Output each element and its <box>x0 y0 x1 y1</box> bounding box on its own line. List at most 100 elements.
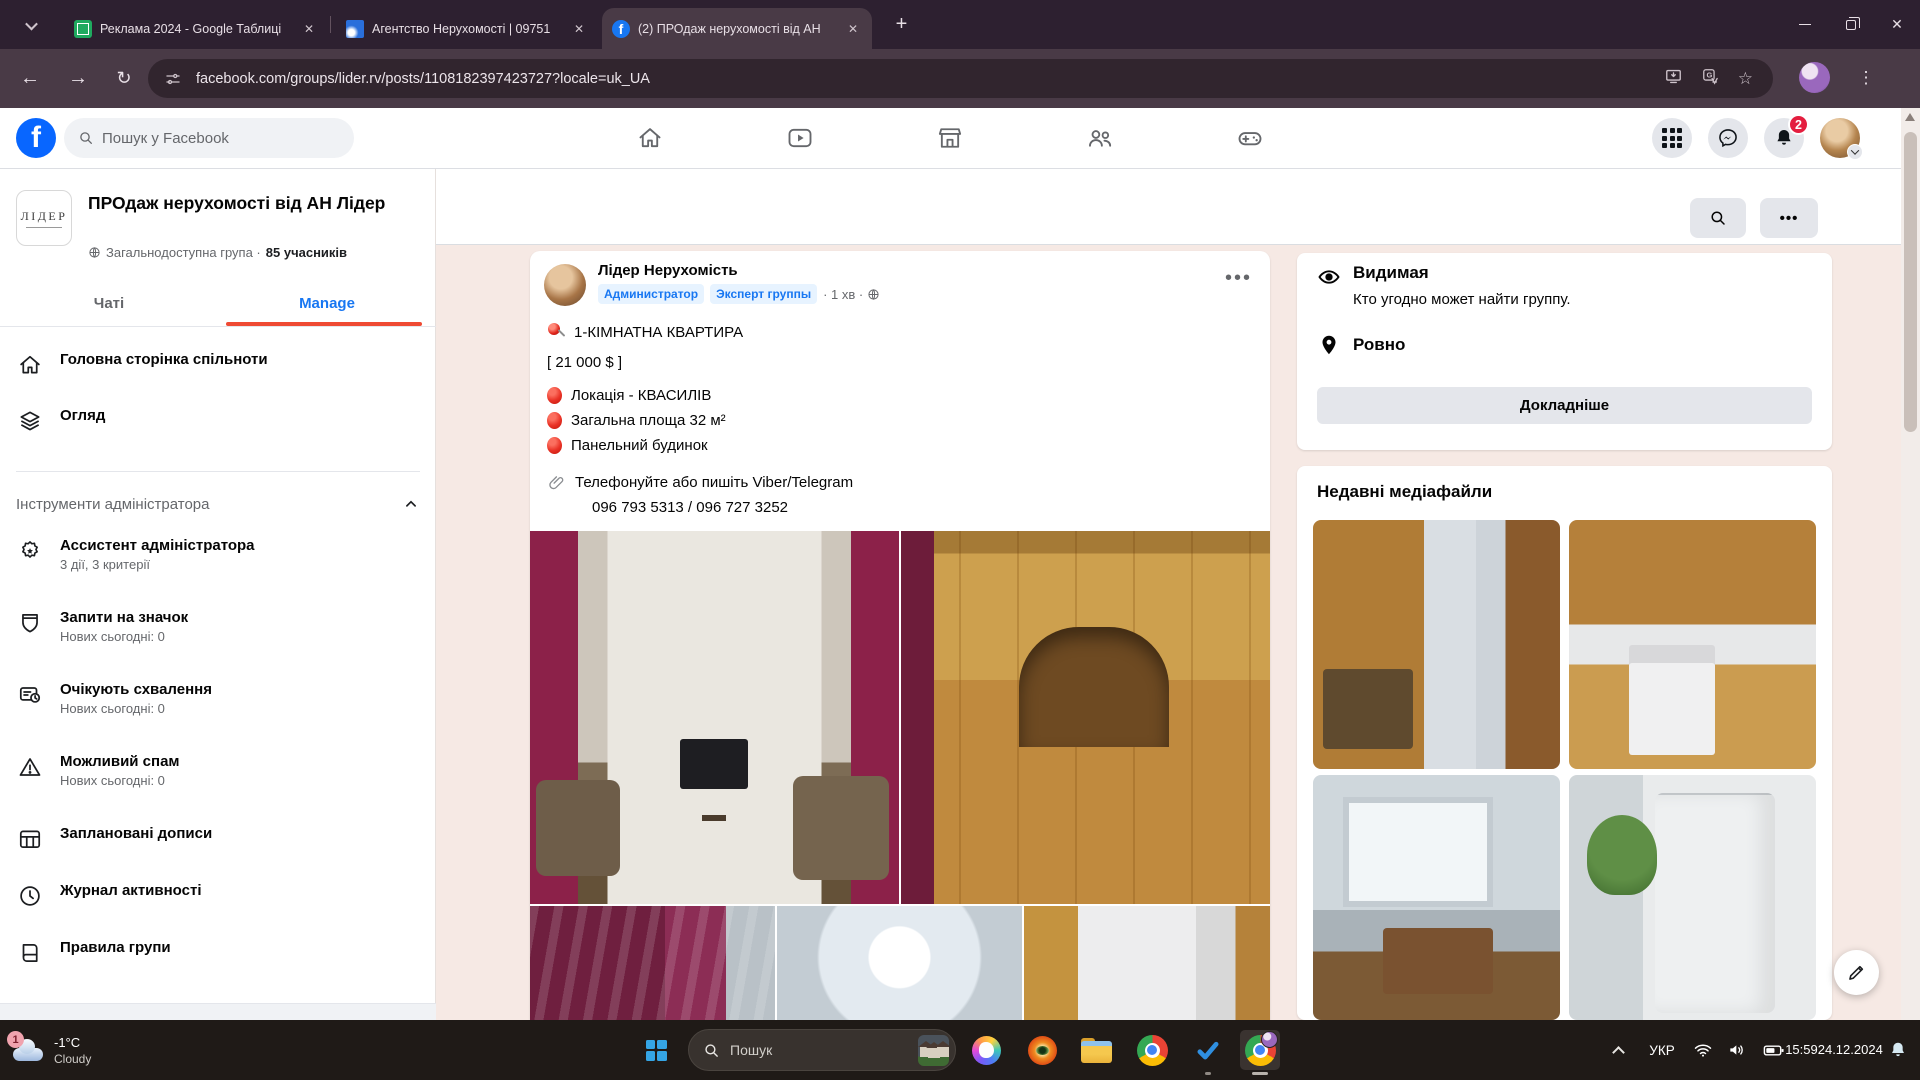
sidebar-item-badge-requests[interactable]: Запити на значок Нових сьогодні: 0 <box>0 609 436 644</box>
recent-media-title: Недавні медіафайли <box>1317 482 1492 502</box>
notifications-bell-icon[interactable]: 2 <box>1764 118 1804 158</box>
browser-tab-facebook-active[interactable]: f (2) ПРОдаж нерухомості від АН ✕ <box>602 8 872 49</box>
window-close-button[interactable]: ✕ <box>1874 0 1920 49</box>
post-photo-window-room[interactable] <box>777 906 1022 1020</box>
window-minimize-button[interactable] <box>1782 0 1828 49</box>
badge-shield-icon <box>16 609 44 637</box>
site-settings-icon[interactable] <box>164 70 182 88</box>
page-scrollbar[interactable] <box>1901 108 1920 1020</box>
file-explorer-icon[interactable] <box>1076 1030 1116 1070</box>
forward-button[interactable]: → <box>60 60 96 96</box>
tab-chats[interactable]: Чаті <box>0 279 218 327</box>
tab-manage[interactable]: Manage <box>218 279 436 327</box>
post-menu-icon[interactable]: ••• <box>1225 267 1252 290</box>
admin-tools-section-header[interactable]: Інструменти адміністратора <box>16 495 420 513</box>
profile-badge-icon <box>1261 1031 1278 1048</box>
sidebar-item-pending-approval[interactable]: Очікують схвалення Нових сьогодні: 0 <box>0 681 436 716</box>
account-avatar[interactable] <box>1820 118 1860 158</box>
tab-search-button[interactable] <box>18 12 44 38</box>
nav-watch-icon[interactable] <box>776 114 824 162</box>
copilot-icon[interactable] <box>966 1030 1006 1070</box>
post-author-avatar[interactable] <box>544 264 586 306</box>
weather-badge: 1 <box>7 1031 24 1048</box>
post-author-name[interactable]: Лідер Нерухомість <box>598 262 738 279</box>
sidebar-item-activity-log[interactable]: Журнал активності <box>0 882 436 910</box>
post-photo-curtains[interactable] <box>530 906 775 1020</box>
media-photo-kitchen[interactable] <box>1569 520 1816 769</box>
install-app-icon[interactable] <box>1664 67 1683 91</box>
post-contact-line: Телефонуйте або пишіть Viber/Telegram <box>547 473 853 492</box>
tab-separator <box>330 16 331 33</box>
sidebar-item-label: Правила групи <box>60 939 171 956</box>
start-button[interactable] <box>636 1030 676 1070</box>
sidebar-item-scheduled-posts[interactable]: Заплановані дописи <box>0 825 436 853</box>
messenger-icon[interactable] <box>1708 118 1748 158</box>
wifi-icon[interactable] <box>1686 1040 1720 1060</box>
volume-icon[interactable] <box>1720 1040 1754 1060</box>
new-tab-button[interactable]: + <box>888 11 915 38</box>
nav-home-icon[interactable] <box>626 114 674 162</box>
facebook-logo[interactable]: f <box>16 118 56 158</box>
sidebar-item-label: Заплановані дописи <box>60 825 212 842</box>
group-location: Ровно <box>1353 335 1405 355</box>
back-button[interactable]: ← <box>12 60 48 96</box>
layers-icon <box>16 407 44 435</box>
reload-button[interactable]: ↻ <box>106 60 142 96</box>
post-photo-living-room[interactable] <box>530 531 899 904</box>
nav-marketplace-icon[interactable] <box>926 114 974 162</box>
media-photo-fridge[interactable] <box>1569 775 1816 1020</box>
address-bar[interactable]: facebook.com/groups/lider.rv/posts/11081… <box>148 59 1773 98</box>
chevron-down-icon <box>1847 144 1863 160</box>
facebook-header: f Пошук у Facebook <box>0 108 1920 169</box>
sidebar-item-overview[interactable]: Огляд <box>0 407 436 435</box>
app-grid-icon[interactable] <box>1652 118 1692 158</box>
facebook-favicon-icon: f <box>612 20 630 38</box>
tab-close-icon[interactable]: ✕ <box>570 20 588 38</box>
browser-tab-sheets[interactable]: Реклама 2024 - Google Таблиці ✕ <box>64 8 328 49</box>
tab-close-icon[interactable]: ✕ <box>300 20 318 38</box>
nav-gaming-icon[interactable] <box>1226 114 1274 162</box>
sidebar-item-sublabel: 3 дії, 3 критерії <box>60 557 255 572</box>
agency-favicon-icon <box>346 20 364 38</box>
weather-widget[interactable]: 1 -1°C Cloudy <box>10 1026 160 1074</box>
media-photo-hallway[interactable] <box>1313 520 1560 769</box>
facebook-search-input[interactable]: Пошук у Facebook <box>64 118 354 158</box>
tray-chevron-up-icon[interactable] <box>1598 1044 1638 1057</box>
browser-menu-icon[interactable]: ⋮ <box>1851 61 1881 95</box>
clock[interactable]: 15:59 24.12.2024 <box>1792 1041 1876 1060</box>
compose-button[interactable] <box>1834 950 1879 995</box>
group-more-button[interactable]: ••• <box>1760 198 1818 238</box>
browser-profile-avatar[interactable] <box>1799 62 1830 93</box>
sidebar-item-community-home[interactable]: Головна сторінка спільноти <box>0 351 436 379</box>
chrome-icon[interactable] <box>1132 1030 1172 1070</box>
sidebar-item-group-rules[interactable]: Правила групи <box>0 939 436 967</box>
screen: Реклама 2024 - Google Таблиці ✕ Агентств… <box>0 0 1920 1080</box>
post-photo-appliances[interactable] <box>1024 906 1270 1020</box>
sidebar-item-admin-assistant[interactable]: Ассистент адміністратора 3 дії, 3 критер… <box>0 537 436 572</box>
eye-icon <box>1317 265 1341 294</box>
sidebar-item-possible-spam[interactable]: Можливий спам Нових сьогодні: 0 <box>0 753 436 788</box>
window-restore-button[interactable] <box>1828 0 1874 49</box>
translate-icon[interactable]: G <box>1701 67 1720 91</box>
nav-groups-icon[interactable] <box>1076 114 1124 162</box>
taskbar-search-input[interactable]: Пошук <box>688 1029 956 1071</box>
sidebar-footer <box>0 1003 436 1020</box>
checkmark-app-icon[interactable] <box>1188 1030 1228 1070</box>
group-logo[interactable]: ЛІДЕР <box>16 190 72 246</box>
post-photo-wardrobe[interactable] <box>901 531 1270 904</box>
scroll-up-arrow[interactable] <box>1905 113 1915 121</box>
language-indicator[interactable]: УКР <box>1638 1043 1686 1058</box>
post-timestamp[interactable]: · 1 хв · <box>823 287 863 302</box>
bookmark-star-icon[interactable]: ☆ <box>1738 69 1753 89</box>
tab-title: Агентство Нерухомості | 09751 <box>372 22 562 36</box>
group-search-button[interactable] <box>1690 198 1746 238</box>
red-circle-icon <box>547 437 562 454</box>
chrome-active-icon[interactable] <box>1240 1030 1280 1070</box>
tray-notification-bell-icon[interactable] <box>1876 1040 1920 1060</box>
scrollbar-thumb[interactable] <box>1904 132 1917 432</box>
viewer-app-icon[interactable] <box>1022 1030 1062 1070</box>
tab-close-icon[interactable]: ✕ <box>844 20 862 38</box>
media-photo-room-window[interactable] <box>1313 775 1560 1020</box>
browser-tab-agency[interactable]: Агентство Нерухомості | 09751 ✕ <box>336 8 598 49</box>
learn-more-button[interactable]: Докладніше <box>1317 387 1812 424</box>
